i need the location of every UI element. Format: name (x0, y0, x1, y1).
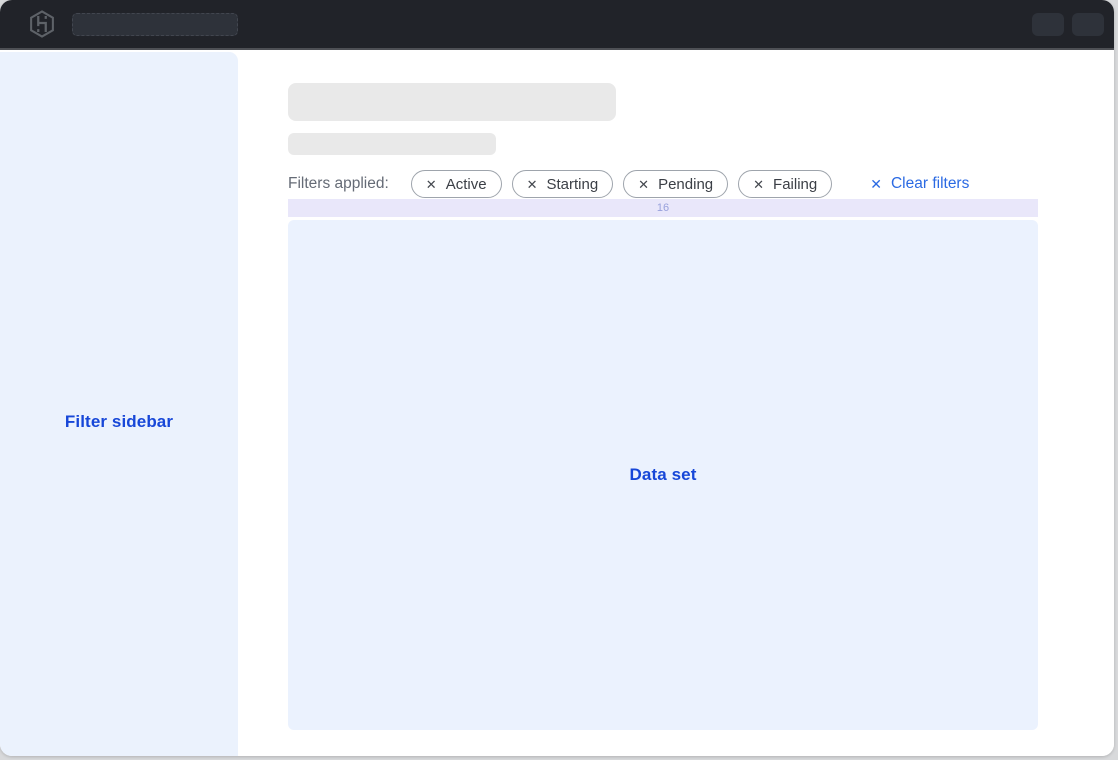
app-window: Filter sidebar Filters applied: ✕ Active… (0, 0, 1114, 756)
filter-pill-starting[interactable]: ✕ Starting (512, 170, 614, 198)
close-icon: ✕ (426, 178, 437, 191)
filter-pill-label: Failing (773, 176, 817, 193)
clear-filters-button[interactable]: ✕ Clear filters (870, 175, 969, 193)
filter-pill-label: Active (446, 176, 487, 193)
close-icon: ✕ (870, 177, 882, 191)
close-icon: ✕ (753, 178, 764, 191)
clear-filters-label: Clear filters (891, 175, 969, 193)
filters-applied-label: Filters applied: (288, 175, 389, 193)
dataset-area: Data set (288, 220, 1038, 730)
page-subtitle-placeholder (288, 133, 496, 155)
hashicorp-logo-icon (27, 9, 57, 39)
filter-pill-label: Starting (546, 176, 598, 193)
top-navbar (0, 0, 1114, 50)
filter-pill-label: Pending (658, 176, 713, 193)
filter-pill-failing[interactable]: ✕ Failing (738, 170, 832, 198)
main-content: Filters applied: ✕ Active ✕ Starting ✕ P… (238, 52, 1114, 756)
result-count-strip: 16 (288, 199, 1038, 217)
filter-sidebar: Filter sidebar (0, 52, 238, 756)
filters-applied-row: Filters applied: ✕ Active ✕ Starting ✕ P… (288, 170, 969, 198)
page-title-placeholder (288, 83, 616, 121)
filter-pill-active[interactable]: ✕ Active (411, 170, 502, 198)
dataset-label: Data set (630, 465, 697, 485)
filter-sidebar-label: Filter sidebar (0, 412, 238, 432)
navbar-action-placeholder-1[interactable] (1032, 13, 1064, 36)
navbar-action-placeholder-2[interactable] (1072, 13, 1104, 36)
close-icon: ✕ (638, 178, 649, 191)
search-input-placeholder[interactable] (72, 13, 238, 36)
result-count: 16 (657, 202, 669, 214)
filter-pill-pending[interactable]: ✕ Pending (623, 170, 728, 198)
close-icon: ✕ (527, 178, 538, 191)
